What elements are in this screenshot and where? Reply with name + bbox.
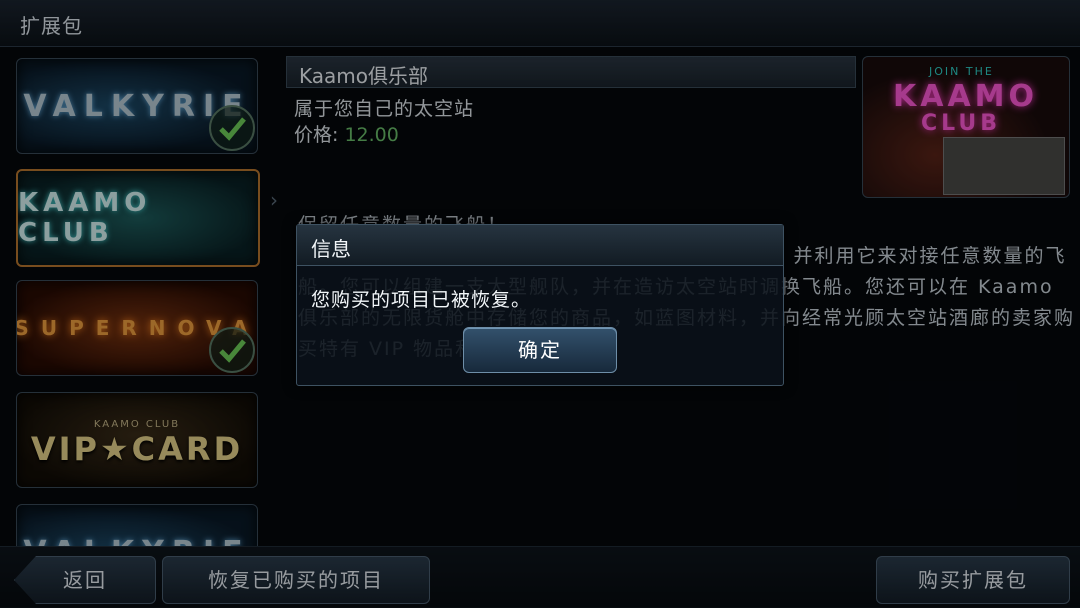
dialog-header: 信息 [297, 225, 783, 266]
info-dialog: 信息 您购买的项目已被恢复。 确定 [296, 224, 784, 386]
dialog-title: 信息 [311, 237, 351, 261]
ok-button[interactable]: 确定 [463, 327, 617, 373]
dialog-message: 您购买的项目已被恢复。 [311, 289, 532, 311]
